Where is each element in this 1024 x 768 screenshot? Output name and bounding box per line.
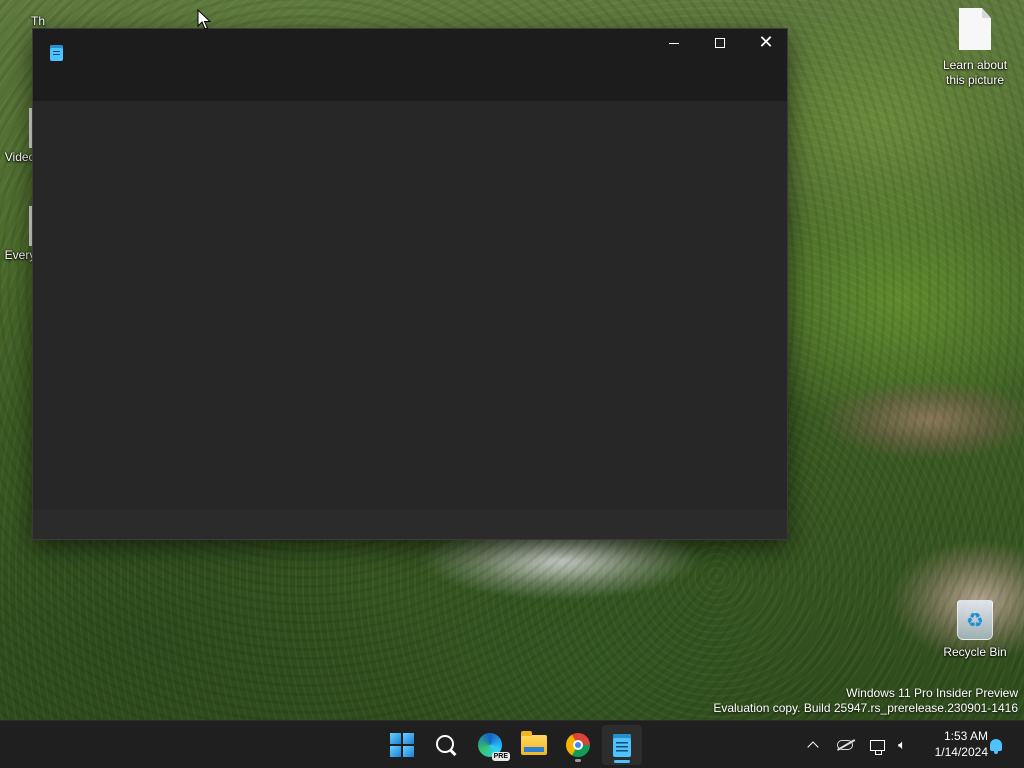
taskbar-app-file-explorer[interactable] [514,725,554,765]
speaker-muted-icon: 🔈︎ [898,737,906,753]
folder-icon [521,731,547,755]
start-button[interactable] [382,725,422,765]
evaluation-watermark: Windows 11 Pro Insider Preview Evaluatio… [713,686,1018,716]
taskbar-clock[interactable]: 1:53 AM 1/14/2024 [920,728,988,760]
network-icon [869,739,885,755]
volume-status[interactable]: 🔈︎ [889,733,915,757]
close-icon: ✕ [758,32,774,53]
notepad-icon [50,45,63,61]
status-bar [33,509,787,539]
document-icon [959,8,991,50]
edge-icon [478,733,510,761]
desktop-icon-label: Recycle Bin [943,645,1007,659]
minimize-button[interactable] [651,29,697,57]
desktop-icon-recycle-bin[interactable]: ♻ Recycle Bin [940,600,1010,660]
desktop-icon-this-pc[interactable]: Th [14,10,62,29]
clock-date: 1/14/2024 [934,745,988,759]
running-indicator [575,759,581,762]
bell-icon [990,739,1002,754]
maximize-button[interactable] [697,29,743,57]
onedrive-status[interactable] [832,733,858,757]
taskbar: 🔈︎ 1:53 AM 1/14/2024 [0,720,1024,768]
search-icon [435,734,457,756]
window-titlebar[interactable]: ✕ [33,29,787,101]
mouse-cursor-icon [197,8,212,30]
desktop-icon-label: Video [4,150,36,164]
close-button[interactable]: ✕ [743,29,789,57]
chevron-up-icon [807,741,819,753]
network-status[interactable] [864,733,890,757]
taskbar-app-notepad[interactable] [602,725,642,765]
desktop-icon-label: Learn about this picture [942,58,1008,87]
show-hidden-icons-button[interactable] [800,733,826,757]
notepad-icon [613,733,631,757]
desktop-icon-label: Every [4,248,36,262]
notification-center-button[interactable] [986,735,1006,755]
search-button[interactable] [426,725,466,765]
active-indicator [614,760,630,763]
desktop-icon-label: Th [30,14,45,28]
taskbar-app-edge[interactable] [470,725,510,765]
watermark-line-1: Windows 11 Pro Insider Preview [846,686,1018,700]
watermark-line-2: Evaluation copy. Build 25947.rs_prerelea… [713,701,1018,715]
text-editor-area[interactable] [33,101,787,509]
onedrive-offline-icon [837,740,853,750]
recycle-bin-icon: ♻ [957,600,993,640]
desktop-icon-learn-about-picture[interactable]: Learn about this picture [936,8,1014,88]
clock-time: 1:53 AM [943,729,988,743]
taskbar-app-chrome[interactable] [558,725,598,765]
maximize-icon [715,38,725,48]
windows-logo-icon [390,733,414,757]
minimize-icon [669,42,679,44]
chrome-icon [566,733,590,757]
notepad-window[interactable]: ✕ [32,28,788,540]
